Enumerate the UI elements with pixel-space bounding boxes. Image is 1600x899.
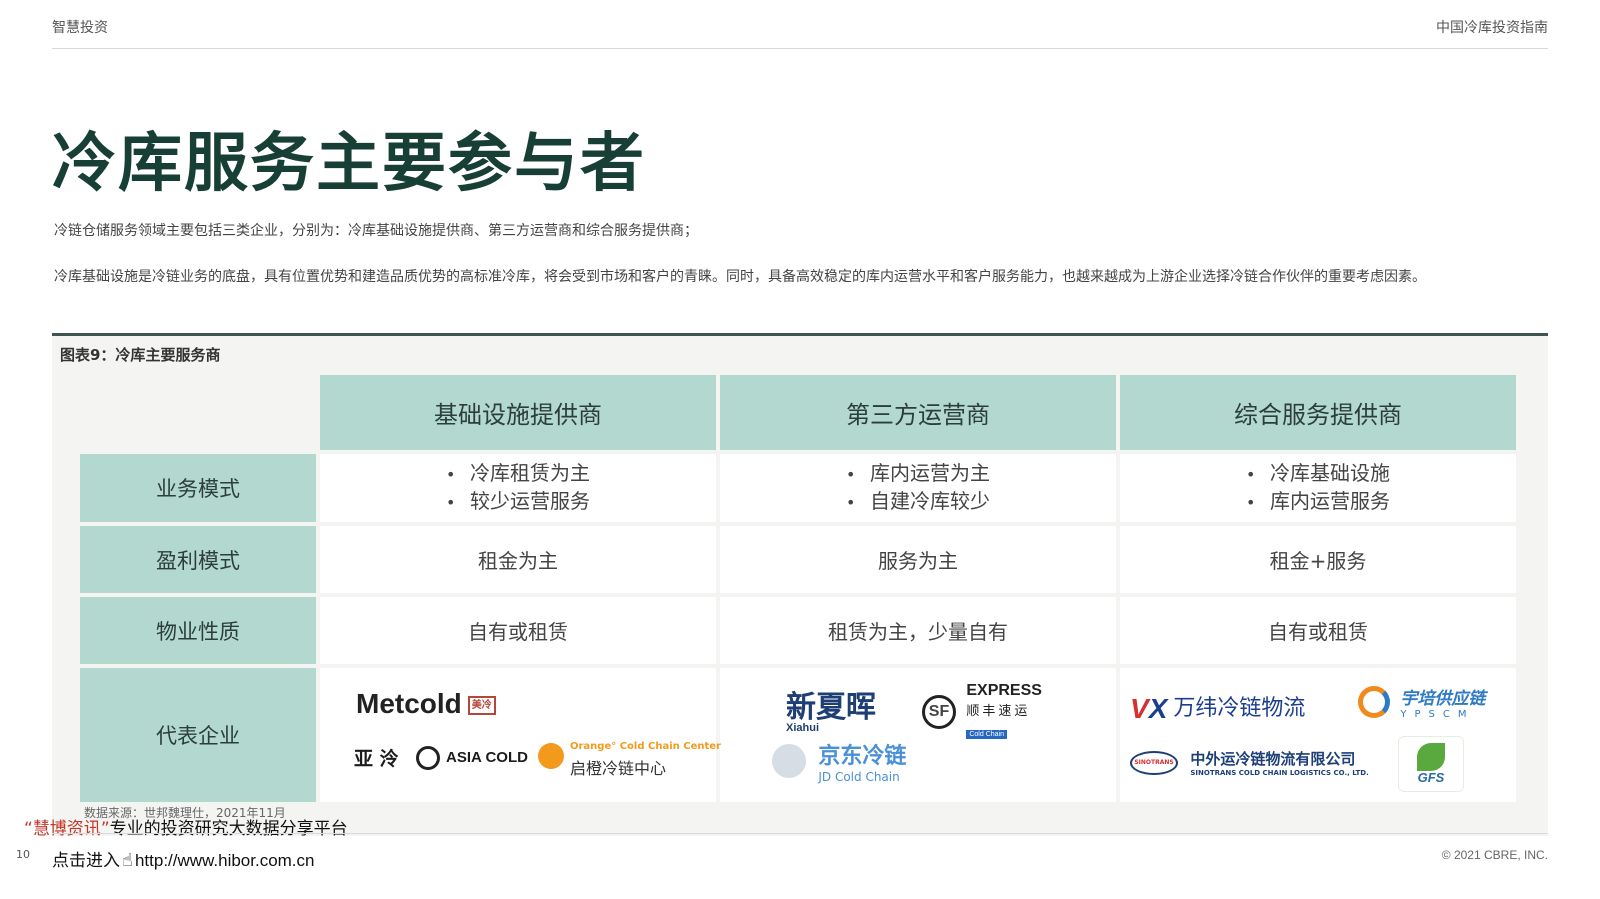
column-header-integrated: 综合服务提供商 — [1120, 375, 1516, 450]
bullet-list: 冷库租赁为主 较少运营服务 — [446, 460, 590, 516]
jd-english: JD Cold Chain — [818, 770, 900, 784]
service-provider-table: 基础设施提供商 第三方运营商 综合服务提供商 业务模式 冷库租赁为主 较少运营服… — [80, 375, 1516, 802]
table-cell: 自有或租赁 — [1120, 597, 1516, 664]
header-brand: 智慧投资 — [52, 20, 108, 36]
orange-logo-chinese: 启橙冷链中心 — [570, 758, 667, 778]
ypscm-logo: 宇培供应链 YPSCM — [1358, 684, 1485, 720]
vx-mark-icon: VX — [1130, 693, 1167, 724]
sf-express-logo: SF EXPRESS 顺丰速运 Cold Chain — [922, 682, 1042, 742]
logo-cell-integrated: VX 万纬冷链物流 宇培供应链 YPSCM SINOTRANS 中外运冷链物流有限… — [1120, 668, 1516, 802]
logo-cell-infrastructure: Metcold 美冷 亚 泠 ASIA COLD Orange° Cold Cha… — [320, 668, 721, 802]
watermark-brand: 慧博资讯 — [32, 819, 101, 839]
sf-english: EXPRESS — [966, 682, 1042, 699]
list-item: 库内运营为主 — [846, 460, 990, 488]
jd-chinese: 京东冷链 — [818, 744, 907, 769]
table-cell: 租金为主 — [320, 526, 716, 593]
row-header-representative-companies: 代表企业 — [80, 668, 316, 802]
bullet-list: 冷库基础设施 库内运营服务 — [1246, 460, 1390, 516]
yaleng-logo: 亚 泠 — [354, 748, 399, 770]
intro-paragraph-1: 冷链仓储服务领域主要包括三类企业，分别为：冷库基础设施提供商、第三方运营商和综合… — [54, 223, 698, 239]
list-item: 冷库基础设施 — [1246, 460, 1390, 488]
intro-paragraph-2: 冷库基础设施是冷链业务的底盘，具有位置优势和建造品质优势的高标准冷库，将会受到市… — [54, 269, 1426, 285]
column-header-infrastructure: 基础设施提供商 — [320, 375, 716, 450]
table-corner — [80, 375, 316, 450]
table-cell: 库内运营为主 自建冷库较少 — [720, 454, 1116, 522]
page-number: 10 — [16, 848, 30, 861]
ypscm-ring-icon — [1358, 686, 1390, 718]
watermark-link[interactable]: 点击进入 ☝ http://www.hibor.com.cn — [52, 846, 315, 871]
metcold-logo: Metcold 美冷 — [356, 688, 496, 720]
header-report-title: 中国冷库投资指南 — [1436, 20, 1548, 36]
list-item: 较少运营服务 — [446, 488, 590, 516]
sf-cold-chain-badge: Cold Chain — [966, 730, 1007, 739]
page-title: 冷库服务主要参与者 — [52, 126, 646, 201]
ypscm-english: YPSCM — [1400, 709, 1475, 720]
xiahui-wordmark: 新夏晖 — [786, 690, 876, 725]
watermark-url[interactable]: http://www.hibor.com.cn — [135, 851, 315, 870]
vx-chinese: 万纬冷链物流 — [1173, 696, 1306, 721]
jd-mascot-icon — [772, 744, 806, 778]
list-item: 库内运营服务 — [1246, 488, 1390, 516]
bullet-list: 库内运营为主 自建冷库较少 — [846, 460, 990, 516]
orange-slice-icon — [538, 742, 564, 769]
asia-cold-logo: ASIA COLD — [416, 746, 528, 770]
click-enter-label: 点击进入 — [52, 851, 120, 871]
row-header-business-model: 业务模式 — [80, 454, 316, 522]
ypscm-chinese: 宇培供应链 — [1400, 689, 1486, 709]
list-item: 自建冷库较少 — [846, 488, 990, 516]
table-cell: 冷库基础设施 库内运营服务 — [1120, 454, 1516, 522]
gfs-leaf-icon — [1417, 743, 1445, 771]
asia-cold-mark-icon — [416, 746, 440, 770]
header-divider — [52, 48, 1548, 49]
vx-mark-x: X — [1148, 693, 1168, 724]
table-cell: 冷库租赁为主 较少运营服务 — [320, 454, 716, 522]
xiahui-logo: 新夏晖 Xiahui — [786, 682, 876, 734]
sinotrans-globe-icon: SINOTRANS — [1130, 750, 1178, 775]
table-cell: 租赁为主，少量自有 — [720, 597, 1116, 664]
column-header-third-party: 第三方运营商 — [720, 375, 1116, 450]
footer-divider — [52, 833, 1548, 834]
list-item: 冷库租赁为主 — [446, 460, 590, 488]
sinotrans-chinese: 中外运冷链物流有限公司 — [1190, 750, 1356, 768]
vx-mark-v: V — [1130, 693, 1149, 724]
gfs-logo: GFS — [1398, 736, 1464, 792]
asia-cold-wordmark: ASIA COLD — [446, 748, 528, 766]
orange-logo-english: Orange° Cold Chain Center — [570, 740, 721, 752]
watermark-banner[interactable]: “慧博资讯”专业的投资研究大数据分享平台 — [24, 814, 348, 839]
figure-panel: 图表9：冷库主要服务商 基础设施提供商 第三方运营商 综合服务提供商 业务模式 … — [52, 333, 1548, 836]
logo-cell-third-party: 新夏晖 Xiahui SF EXPRESS 顺丰速运 Cold Chain 京东… — [720, 668, 1116, 802]
table-cell: 租金+服务 — [1120, 526, 1516, 593]
metcold-wordmark: Metcold — [356, 688, 462, 719]
sf-chinese: 顺丰速运 — [966, 703, 1031, 718]
orange-cold-chain-logo: Orange° Cold Chain Center 启橙冷链中心 — [538, 740, 721, 779]
jd-cold-chain-logo: 京东冷链 JD Cold Chain — [772, 738, 906, 784]
metcold-seal: 美冷 — [467, 696, 496, 716]
sf-mark-icon: SF — [922, 695, 956, 729]
row-header-property-nature: 物业性质 — [80, 597, 316, 664]
watermark-slogan: 专业的投资研究大数据分享平台 — [109, 819, 348, 839]
figure-caption: 图表9：冷库主要服务商 — [60, 346, 221, 364]
table-cell: 服务为主 — [720, 526, 1116, 593]
hand-pointer-icon: ☝ — [122, 850, 133, 871]
gfs-wordmark: GFS — [1417, 770, 1445, 785]
vx-logistics-logo: VX 万纬冷链物流 — [1130, 690, 1305, 725]
sinotrans-english: SINOTRANS COLD CHAIN LOGISTICS CO., LTD. — [1190, 769, 1369, 777]
table-cell: 自有或租赁 — [320, 597, 716, 664]
row-header-profit-model: 盈利模式 — [80, 526, 316, 593]
copyright: © 2021 CBRE, INC. — [1441, 848, 1548, 862]
sinotrans-logo: SINOTRANS 中外运冷链物流有限公司 SINOTRANS COLD CHA… — [1130, 748, 1369, 777]
